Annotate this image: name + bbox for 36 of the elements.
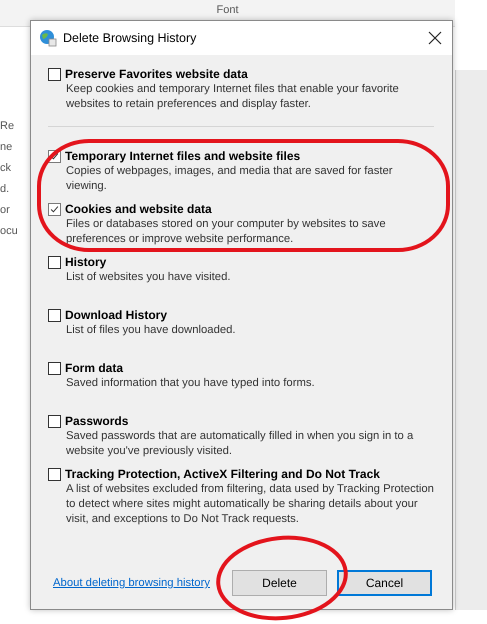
checkbox-label[interactable]: Tracking Protection, ActiveX Filtering and Do Not Track: [65, 467, 380, 481]
cut-off-text: or: [0, 204, 11, 216]
checkbox[interactable]: [48, 256, 61, 268]
checkbox-label[interactable]: History: [65, 255, 106, 269]
option-description: List of websites you have visited.: [66, 270, 232, 285]
checkbox[interactable]: [48, 202, 61, 216]
globe-icon: [39, 29, 57, 47]
option-description: Saved information that you have typed into forms.: [66, 376, 316, 391]
window-title: Delete Browsing History: [63, 31, 198, 45]
option-description: List of files you have downloaded.: [66, 323, 237, 338]
checkbox-label[interactable]: Temporary Internet files and website files: [65, 149, 300, 163]
checkbox[interactable]: [48, 468, 61, 480]
option-description: Keep cookies and temporary Internet files that enable your favorite websites to retain preferences and display faster.: [66, 82, 400, 112]
checkbox-label[interactable]: Download History: [65, 308, 168, 322]
checkbox[interactable]: [48, 414, 61, 428]
checkbox[interactable]: [48, 68, 61, 80]
close-icon[interactable]: [428, 31, 442, 45]
dialog-button[interactable]: Cancel: [337, 570, 432, 596]
cut-off-text: ne: [0, 141, 14, 153]
checkbox[interactable]: [48, 308, 61, 322]
checkbox[interactable]: [48, 362, 61, 374]
ribbon-group-label: Font: [216, 4, 238, 18]
cut-off-text: ocu: [0, 225, 19, 237]
help-link[interactable]: About deleting browsing history: [53, 577, 210, 589]
checkbox-label[interactable]: Preserve Favorites website data: [65, 67, 248, 81]
cut-off-text: ck: [0, 162, 12, 174]
option-description: Saved passwords that are automatically filled in when you sign in to a website you've previously visited.: [66, 429, 414, 459]
dialog-button[interactable]: Delete: [232, 570, 327, 596]
checkbox-label[interactable]: Form data: [65, 361, 124, 375]
cut-off-text: d.: [0, 183, 10, 195]
option-description: Files or databases stored on your computer by websites to save preferences or improve website performance.: [66, 217, 387, 247]
option-description: Copies of webpages, images, and media that are saved for faster viewing.: [66, 164, 394, 194]
checkbox-label[interactable]: Passwords: [65, 414, 128, 428]
cut-off-text: Re: [0, 120, 16, 132]
option-description: A list of websites excluded from filtering, data used by Tracking Protection to detect where sites might automatically be sharing details about your visit, and exceptions to Do Not Track requests.: [66, 482, 435, 527]
checkbox-label[interactable]: Cookies and website data: [65, 202, 212, 216]
